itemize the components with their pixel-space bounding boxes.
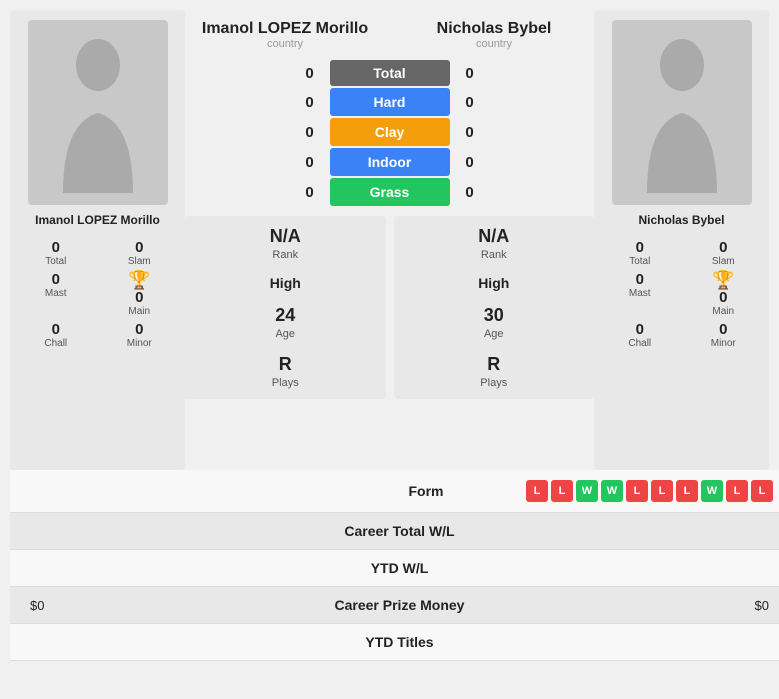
trophy-icon-left: 🏆: [128, 271, 150, 289]
high-item-left: High: [270, 275, 301, 291]
player-name-header-left: Imanol LOPEZ Morillo country: [185, 20, 385, 50]
surface-clay-button[interactable]: Clay: [330, 118, 450, 146]
stat-main-right-trophy: 🏆 0 Main: [688, 271, 760, 317]
ytd-titles-label: YTD Titles: [250, 634, 549, 650]
scores-surfaces: 0 Total 0 0 Hard 0 0 Clay 0: [185, 60, 594, 206]
player-name-right: Nicholas Bybel: [638, 213, 724, 227]
surface-hard-button[interactable]: Hard: [330, 88, 450, 116]
badge-9: L: [726, 480, 748, 502]
career-prize-row: $0 Career Prize Money $0: [10, 587, 779, 624]
surface-indoor-button[interactable]: Indoor: [330, 148, 450, 176]
stat-slam-right: 0 Slam: [688, 239, 760, 267]
stat-mast-left: 0 Mast: [20, 271, 92, 317]
high-item-right: High: [478, 275, 509, 291]
stat-total-left: 0 Total: [20, 239, 92, 267]
plays-item-right: R Plays: [480, 354, 507, 389]
rank-item-right: N/A Rank: [478, 226, 509, 261]
career-total-wl-row: Career Total W/L: [10, 513, 779, 550]
stat-slam-left: 0 Slam: [104, 239, 176, 267]
badge-10: L: [751, 480, 773, 502]
trophy-icon-right: 🏆: [712, 271, 734, 289]
stat-chall-right: 0 Chall: [604, 321, 676, 349]
badge-7: L: [676, 480, 698, 502]
stats-grid-right: 0 Total 0 Slam 0 Mast 🏆 0 Main 0: [604, 239, 759, 349]
avatar-right: [612, 20, 752, 205]
info-card-right: N/A Rank High 30 Age R Plays: [394, 216, 595, 399]
stat-minor-left: 0 Minor: [104, 321, 176, 349]
center-section: Imanol LOPEZ Morillo country Nicholas By…: [185, 10, 594, 399]
form-label: Form: [340, 483, 460, 499]
player-names-row: Imanol LOPEZ Morillo country Nicholas By…: [185, 20, 594, 50]
badge-5: L: [626, 480, 648, 502]
career-prize-left: $0: [30, 598, 250, 613]
form-row: Form L L W W L L L W L L: [10, 470, 779, 513]
main-container: Imanol LOPEZ Morillo 0 Total 0 Slam 0 Ma…: [0, 0, 779, 671]
career-prize-label: Career Prize Money: [250, 597, 549, 613]
stat-main-left-trophy: 🏆 0 Main: [104, 271, 176, 317]
badge-8: W: [701, 480, 723, 502]
badge-6: L: [651, 480, 673, 502]
badge-4: W: [601, 480, 623, 502]
avatar-left: [28, 20, 168, 205]
badge-3: W: [576, 480, 598, 502]
career-total-wl-label: Career Total W/L: [250, 523, 549, 539]
total-row: 0 Total 0: [296, 60, 484, 86]
stats-grid-left: 0 Total 0 Slam 0 Mast 🏆 0 Main 0: [20, 239, 175, 349]
surface-row-indoor: 0 Indoor 0: [296, 148, 484, 176]
ytd-titles-row: YTD Titles: [10, 624, 779, 661]
age-item-left: 24 Age: [275, 305, 295, 340]
stat-chall-left: 0 Chall: [20, 321, 92, 349]
surface-row-clay: 0 Clay 0: [296, 118, 484, 146]
players-header: Imanol LOPEZ Morillo 0 Total 0 Slam 0 Ma…: [10, 10, 769, 470]
info-card-left: N/A Rank High 24 Age R Plays: [185, 216, 386, 399]
ytd-wl-label: YTD W/L: [250, 560, 549, 576]
player-name-left: Imanol LOPEZ Morillo: [35, 213, 160, 227]
form-badges: L L W W L L L W L L: [460, 480, 774, 502]
player-card-left: Imanol LOPEZ Morillo 0 Total 0 Slam 0 Ma…: [10, 10, 185, 470]
ytd-wl-row: YTD W/L: [10, 550, 779, 587]
badge-2: L: [551, 480, 573, 502]
player-name-header-right: Nicholas Bybel country: [394, 20, 594, 50]
player-card-right: Nicholas Bybel 0 Total 0 Slam 0 Mast 🏆 0: [594, 10, 769, 470]
stat-minor-right: 0 Minor: [688, 321, 760, 349]
badge-1: L: [526, 480, 548, 502]
bottom-stats: Form L L W W L L L W L L Career Total W/…: [10, 470, 779, 661]
stat-mast-right: 0 Mast: [604, 271, 676, 317]
age-item-right: 30 Age: [484, 305, 504, 340]
plays-item-left: R Plays: [272, 354, 299, 389]
surface-row-hard: 0 Hard 0: [296, 88, 484, 116]
stat-total-right: 0 Total: [604, 239, 676, 267]
surface-grass-button[interactable]: Grass: [330, 178, 450, 206]
total-label: Total: [330, 60, 450, 86]
career-prize-right: $0: [549, 598, 769, 613]
rank-item-left: N/A Rank: [270, 226, 301, 261]
info-cards-wrapper: N/A Rank High 24 Age R Plays: [185, 216, 594, 399]
surface-row-grass: 0 Grass 0: [296, 178, 484, 206]
